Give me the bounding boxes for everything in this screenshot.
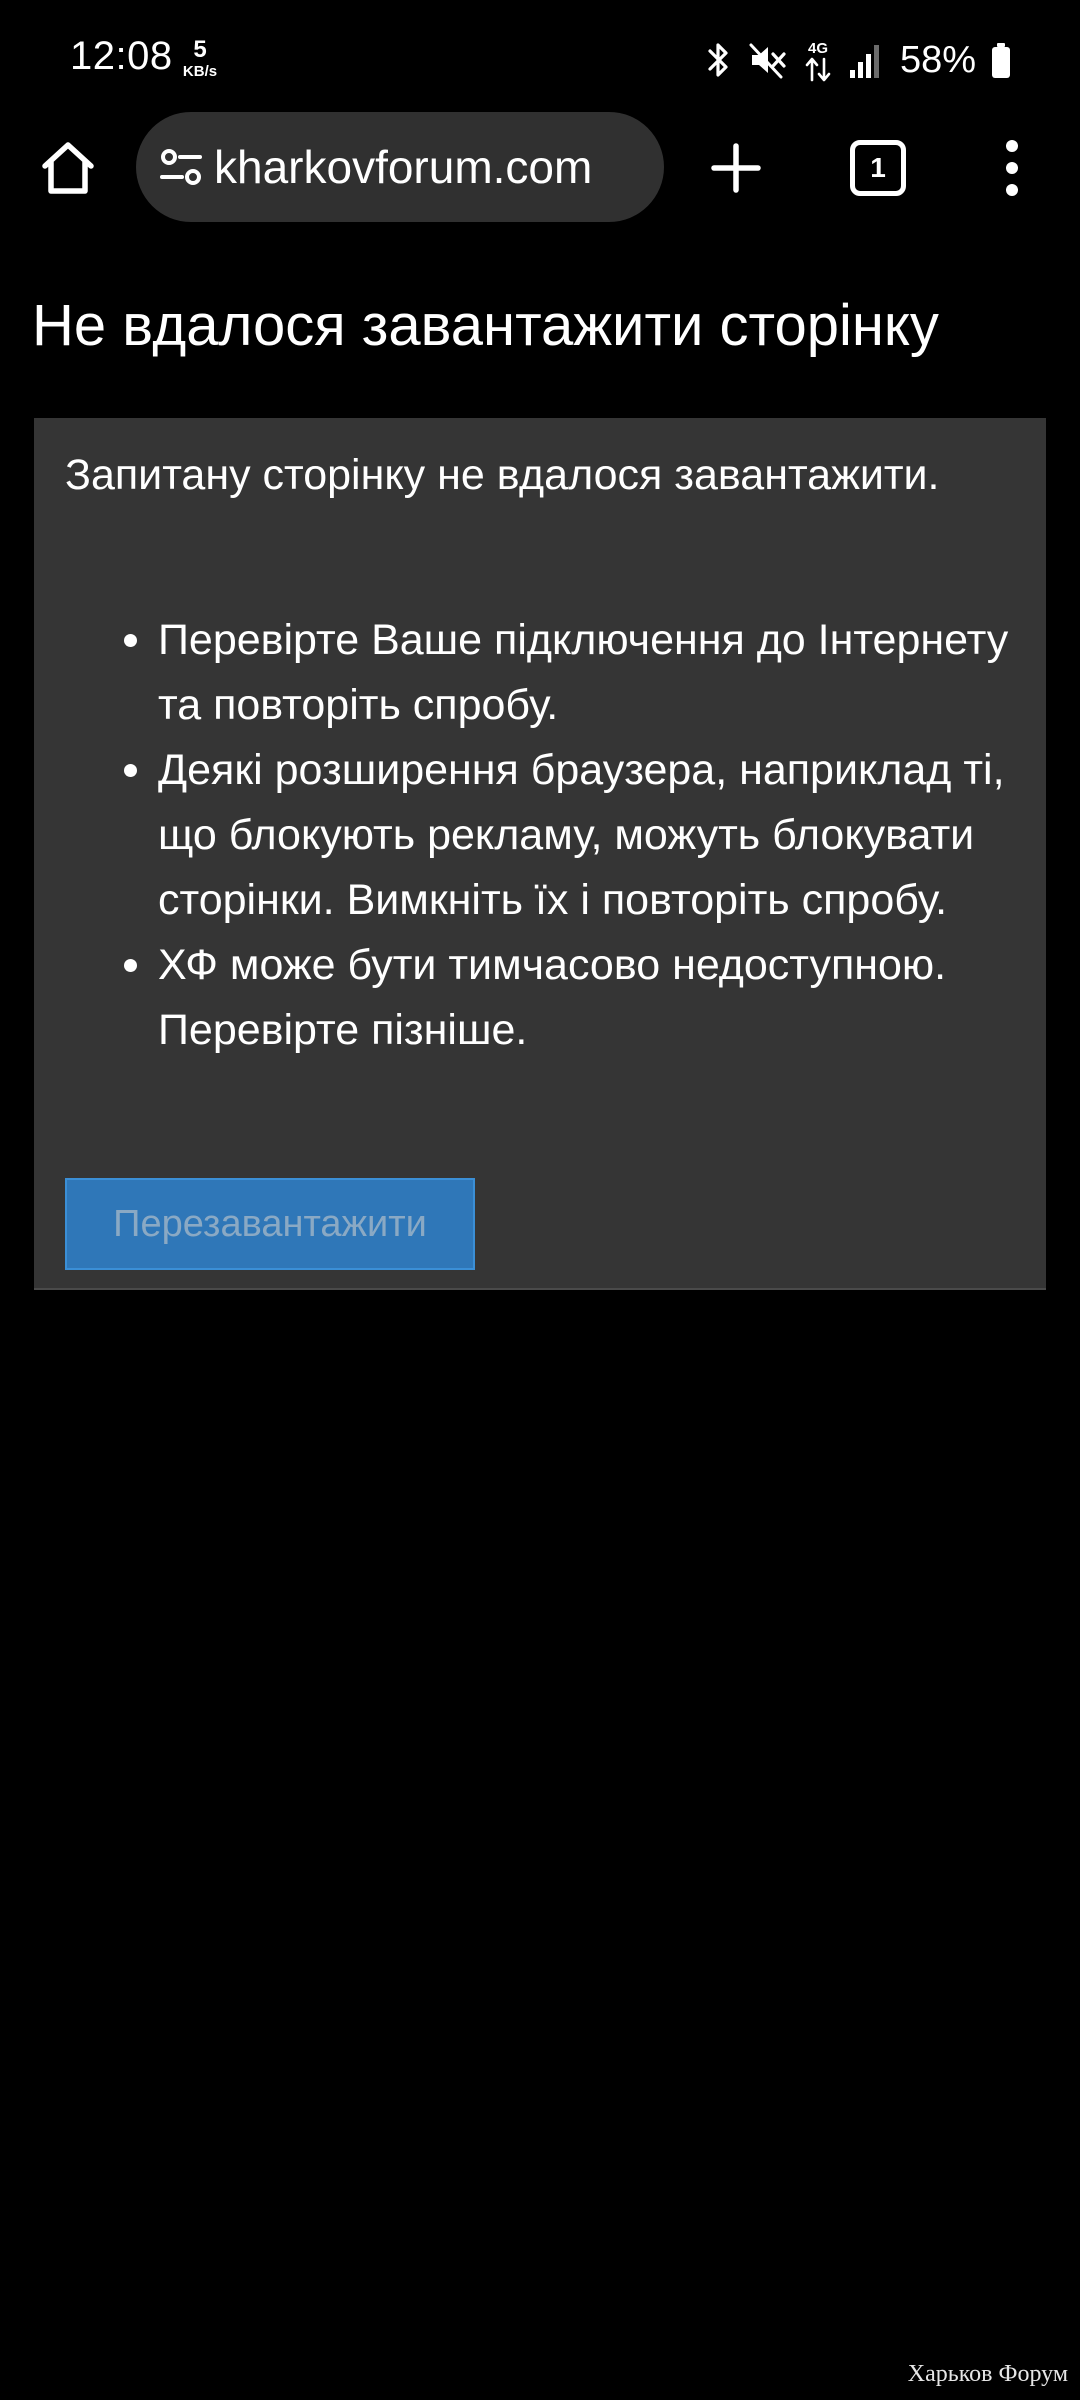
network-speed-unit: KB/s xyxy=(182,63,218,80)
network-type-label: 4G xyxy=(808,40,828,57)
status-time: 12:08 xyxy=(70,34,173,78)
battery-percent: 58% xyxy=(899,38,976,81)
plus-icon xyxy=(711,143,761,193)
home-button[interactable] xyxy=(18,118,118,218)
status-bar: 12:08 5 KB/s 4G 58% xyxy=(0,0,1080,110)
tip-item: Деякі розширення браузера, наприклад ті,… xyxy=(124,738,1018,933)
tip-item: Перевірте Ваше підключення до Інтернету … xyxy=(124,608,1018,738)
signal-icon xyxy=(848,40,882,80)
address-bar[interactable]: kharkovforum.com xyxy=(136,112,664,222)
screen: 12:08 5 KB/s 4G 58% kharkovforum.com 1 Н… xyxy=(0,0,1080,2400)
error-description: Запитану сторінку не вдалося завантажити… xyxy=(65,451,940,499)
network-speed-value: 5 xyxy=(193,36,207,63)
error-card: Запитану сторінку не вдалося завантажити… xyxy=(34,418,1046,1290)
reload-button[interactable]: Перезавантажити xyxy=(65,1178,475,1270)
url-text[interactable]: kharkovforum.com xyxy=(214,140,592,194)
more-vert-icon xyxy=(1006,140,1018,196)
page-title: Не вдалося завантажити сторінку xyxy=(32,293,939,358)
status-icons: 4G 58% xyxy=(704,36,1012,84)
tips-list: Перевірте Ваше підключення до Інтернету … xyxy=(124,608,1018,1063)
tip-text: Перевірте Ваше підключення до Інтернету … xyxy=(158,616,1009,729)
tip-item: ХФ може бути тимчасово недоступною. Пере… xyxy=(124,933,1018,1063)
battery-icon xyxy=(990,40,1012,80)
tip-text: ХФ може бути тимчасово недоступною. Пере… xyxy=(158,941,947,1054)
4g-data-icon: 4G xyxy=(802,38,834,82)
home-icon xyxy=(42,142,94,194)
tab-switcher-icon: 1 xyxy=(850,140,906,196)
tip-text: Деякі розширення браузера, наприклад ті,… xyxy=(158,746,1005,924)
bullet-icon xyxy=(124,634,137,647)
bullet-icon xyxy=(124,764,137,777)
tab-switcher-button[interactable]: 1 xyxy=(828,118,928,218)
mute-icon xyxy=(748,40,788,80)
browser-toolbar: kharkovforum.com 1 xyxy=(0,110,1080,230)
network-speed: 5 KB/s xyxy=(178,36,222,80)
tab-count: 1 xyxy=(870,152,886,183)
bullet-icon xyxy=(124,959,137,972)
tune-icon[interactable] xyxy=(158,144,204,190)
watermark: Харьков Форум xyxy=(907,2361,1068,2387)
menu-button[interactable] xyxy=(962,118,1062,218)
bluetooth-icon xyxy=(704,40,734,80)
new-tab-button[interactable] xyxy=(686,118,786,218)
